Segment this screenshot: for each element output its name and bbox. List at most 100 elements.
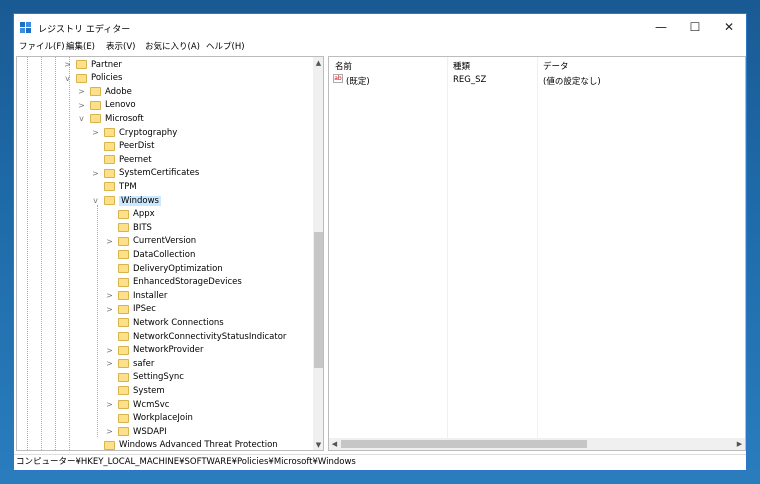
- folder-icon: [104, 196, 115, 205]
- tree-item[interactable]: Peernet: [91, 153, 152, 166]
- column-header-name[interactable]: 名前: [335, 60, 352, 72]
- title-bar[interactable]: レジストリ エディター — ☐ ✕: [14, 14, 746, 42]
- folder-icon: [118, 359, 129, 369]
- tree-scroll-thumb[interactable]: [314, 232, 323, 368]
- tree-item[interactable]: v Windows: [91, 194, 161, 207]
- tree-item[interactable]: > WcmSvc: [105, 398, 169, 411]
- tree-item[interactable]: v Policies: [63, 72, 122, 85]
- scroll-up-icon[interactable]: ▲: [313, 57, 323, 68]
- tree-item[interactable]: Windows Advanced Threat Protection: [91, 439, 278, 450]
- key-tree-pane[interactable]: > Partner v Policies > Adobe > Lenovo v Microsoft…: [16, 56, 324, 451]
- tree-item[interactable]: TPM: [91, 180, 137, 193]
- collapse-chevron-icon[interactable]: v: [63, 74, 72, 83]
- tree-item[interactable]: > CurrentVersion: [105, 235, 196, 248]
- folder-icon: [118, 264, 129, 273]
- tree-item-label: NetworkConnectivityStatusIndicator: [133, 331, 287, 342]
- folder-icon: [118, 277, 129, 287]
- tree-item[interactable]: > safer: [105, 357, 154, 370]
- folder-icon: [118, 427, 129, 437]
- column-header-type[interactable]: 種類: [453, 60, 470, 72]
- tree-item-label: EnhancedStorageDevices: [133, 277, 242, 288]
- tree-item-label: IPSec: [133, 304, 156, 315]
- values-horizontal-scrollbar[interactable]: ◀ ▶: [329, 438, 745, 450]
- tree-item-label: Network Connections: [133, 317, 224, 328]
- expand-chevron-icon[interactable]: >: [105, 400, 114, 409]
- tree-item[interactable]: DeliveryOptimization: [105, 262, 223, 275]
- tree-item-label: DeliveryOptimization: [133, 263, 223, 274]
- value-type[interactable]: REG_SZ: [453, 75, 486, 85]
- tree-item[interactable]: EnhancedStorageDevices: [105, 276, 242, 289]
- expand-chevron-icon[interactable]: >: [105, 305, 114, 314]
- tree-item[interactable]: > Partner: [63, 58, 122, 71]
- tree-vertical-scrollbar[interactable]: ▲ ▼: [313, 57, 323, 450]
- expand-chevron-icon[interactable]: >: [105, 359, 114, 368]
- folder-icon: [104, 168, 115, 178]
- scroll-down-icon[interactable]: ▼: [313, 439, 323, 450]
- tree-guide-line: [27, 57, 28, 450]
- tree-item-label: WcmSvc: [133, 399, 170, 410]
- menu-help[interactable]: ヘルプ(H): [206, 40, 245, 52]
- expand-chevron-icon[interactable]: >: [105, 346, 114, 355]
- tree-item[interactable]: v Microsoft: [77, 112, 144, 125]
- menu-edit[interactable]: 編集(E): [66, 40, 95, 52]
- column-header-data[interactable]: データ: [543, 60, 569, 72]
- maximize-button[interactable]: ☐: [678, 14, 712, 40]
- tree-item[interactable]: > Adobe: [77, 85, 132, 98]
- tree-item-label: CurrentVersion: [133, 236, 197, 247]
- tree-item[interactable]: > Cryptography: [91, 126, 177, 139]
- collapse-chevron-icon[interactable]: v: [91, 196, 100, 205]
- expand-chevron-icon[interactable]: >: [105, 427, 114, 436]
- column-divider[interactable]: [537, 57, 538, 438]
- value-name[interactable]: (既定): [346, 75, 370, 87]
- expand-chevron-icon[interactable]: >: [105, 237, 114, 246]
- expand-chevron-icon[interactable]: >: [77, 101, 86, 110]
- tree-item[interactable]: > SystemCertificates: [91, 167, 199, 180]
- tree-item[interactable]: System: [105, 384, 165, 397]
- expand-chevron-icon[interactable]: >: [91, 169, 100, 178]
- menu-view[interactable]: 表示(V): [106, 40, 135, 52]
- expand-chevron-icon[interactable]: >: [63, 60, 72, 69]
- close-button[interactable]: ✕: [712, 14, 746, 40]
- tree-item[interactable]: > Lenovo: [77, 99, 136, 112]
- folder-icon: [118, 291, 129, 301]
- values-pane[interactable]: 名前 種類 データ ab (既定) REG_SZ (値の設定なし) ◀ ▶: [328, 56, 746, 451]
- expand-chevron-icon[interactable]: >: [77, 87, 86, 96]
- registry-editor-icon: [20, 22, 31, 33]
- expand-chevron-icon[interactable]: >: [105, 291, 114, 300]
- tree-item[interactable]: PeerDist: [91, 140, 154, 153]
- string-value-icon: ab: [333, 74, 343, 83]
- scroll-right-icon[interactable]: ▶: [734, 438, 745, 449]
- tree-item[interactable]: Network Connections: [105, 316, 224, 329]
- folder-icon: [104, 141, 115, 151]
- values-scroll-thumb[interactable]: [341, 440, 587, 448]
- scroll-left-icon[interactable]: ◀: [329, 438, 340, 449]
- tree-item-label: SettingSync: [133, 372, 184, 383]
- tree-item[interactable]: DataCollection: [105, 248, 195, 261]
- tree-item-label: BITS: [133, 222, 152, 233]
- tree-item[interactable]: > Installer: [105, 289, 167, 302]
- tree-item[interactable]: > NetworkProvider: [105, 344, 203, 357]
- tree-item[interactable]: WorkplaceJoin: [105, 412, 193, 425]
- tree-item[interactable]: BITS: [105, 221, 152, 234]
- column-divider[interactable]: [447, 57, 448, 438]
- menu-favorites[interactable]: お気に入り(A): [145, 40, 200, 52]
- tree-item-label: System: [133, 385, 165, 396]
- folder-icon: [104, 128, 115, 137]
- value-data[interactable]: (値の設定なし): [543, 75, 601, 87]
- tree-item[interactable]: SettingSync: [105, 371, 184, 384]
- tree-item[interactable]: > WSDAPI: [105, 425, 167, 438]
- collapse-chevron-icon[interactable]: v: [77, 114, 86, 123]
- expand-chevron-icon[interactable]: >: [91, 128, 100, 137]
- folder-icon: [104, 440, 115, 450]
- minimize-button[interactable]: —: [644, 14, 678, 40]
- tree-item[interactable]: Appx: [105, 208, 155, 221]
- folder-icon: [118, 223, 129, 233]
- tree-item[interactable]: NetworkConnectivityStatusIndicator: [105, 330, 286, 343]
- menu-file[interactable]: ファイル(F): [19, 40, 65, 52]
- tree-item-label: PeerDist: [119, 141, 155, 152]
- folder-icon: [90, 114, 101, 124]
- tree-item-label: Lenovo: [105, 100, 136, 111]
- folder-icon: [118, 345, 129, 355]
- tree-item-label: DataCollection: [133, 249, 196, 260]
- tree-item[interactable]: > IPSec: [105, 303, 156, 316]
